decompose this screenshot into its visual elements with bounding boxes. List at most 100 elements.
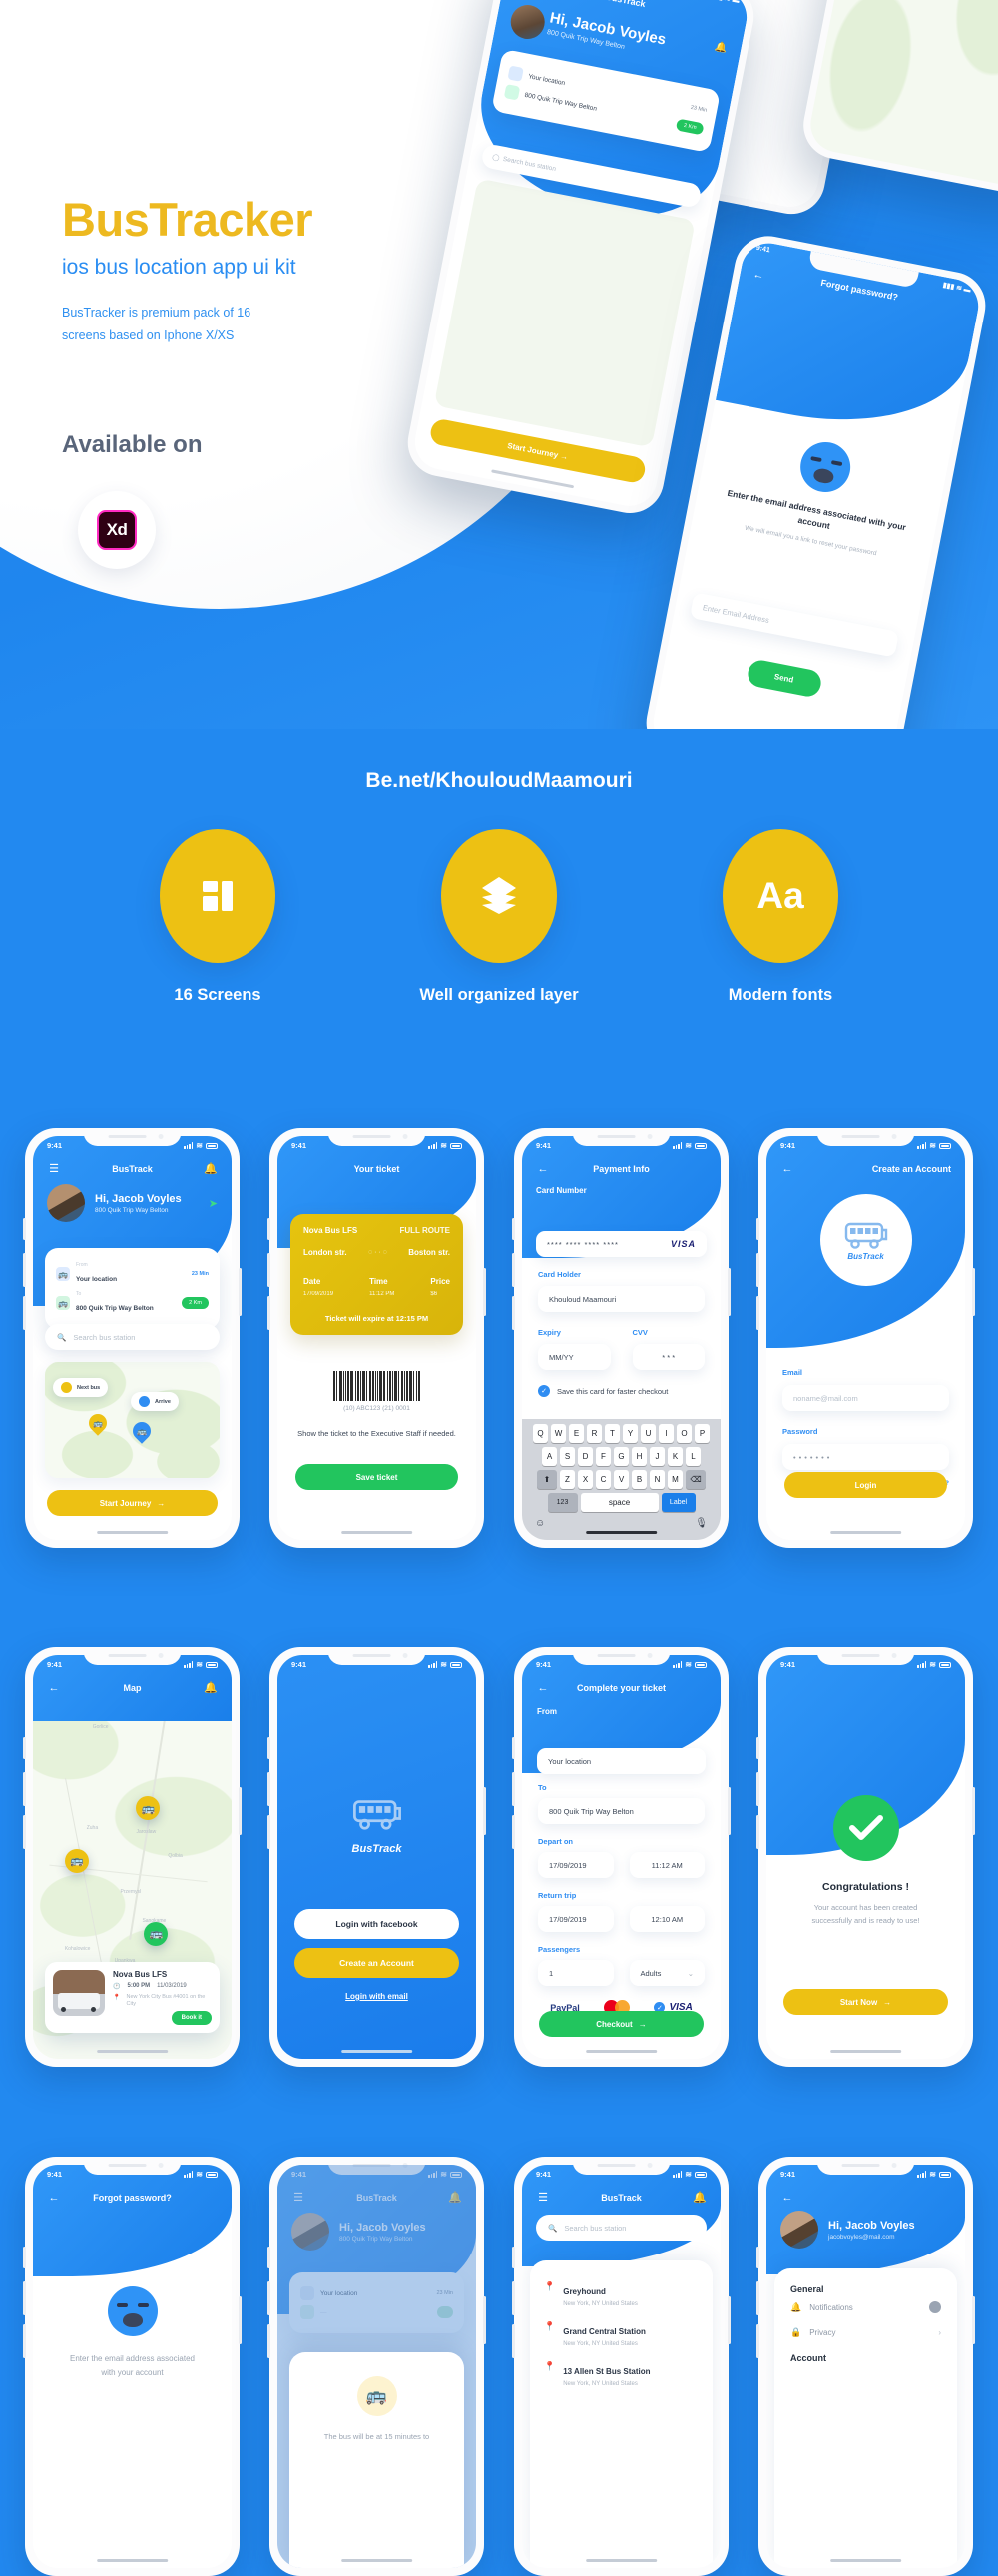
screens-row-1: 9:41 ≋ ☰ BusTrack 🔔 Hi, Jacob Voyles 800…	[0, 1128, 998, 1548]
back-icon[interactable]: ←	[536, 1681, 550, 1695]
map-preview[interactable]: Next bus Arrive 🚌 🚌	[45, 1362, 220, 1478]
key-q[interactable]: Q	[533, 1424, 548, 1443]
to-label: To	[538, 1783, 547, 1792]
numeric-key[interactable]: 123	[547, 1493, 578, 1512]
key-h[interactable]: H	[632, 1447, 647, 1466]
device-map: Gorlice Zuha Jaroslaw Qolbia Przemysl Sa…	[23, 1647, 242, 2067]
emoji-key[interactable]: ☺	[535, 1518, 545, 1529]
bell-icon[interactable]: 🔔	[204, 1162, 218, 1176]
key-j[interactable]: J	[650, 1447, 665, 1466]
key-m[interactable]: M	[668, 1470, 683, 1489]
key-u[interactable]: U	[641, 1424, 656, 1443]
create-account-button[interactable]: Create an Account	[294, 1948, 459, 1978]
menu-icon[interactable]: ☰	[47, 1162, 61, 1176]
status-time: 9:41	[47, 1660, 63, 1669]
expiry-field[interactable]: MM/YY	[538, 1344, 611, 1370]
card-number-value: **** **** **** ****	[547, 1239, 619, 1249]
bell-icon[interactable]: 🔔	[204, 1681, 218, 1695]
key-c[interactable]: C	[596, 1470, 611, 1489]
menu-icon[interactable]: ☰	[536, 2191, 550, 2205]
save-ticket-button[interactable]: Save ticket	[295, 1464, 458, 1490]
back-icon[interactable]: ←	[780, 2191, 794, 2205]
key-v[interactable]: V	[614, 1470, 629, 1489]
return-date-field[interactable]: 17/09/2019	[538, 1906, 614, 1932]
key-o[interactable]: O	[677, 1424, 692, 1443]
cvv-field[interactable]: * * *	[632, 1344, 705, 1370]
search-input[interactable]: 🔍 Search bus station	[45, 1324, 220, 1350]
back-icon[interactable]: ←	[47, 1681, 61, 1695]
keyboard[interactable]: Q W E R T Y U I O P A S D F G H J K L ⬆ …	[522, 1419, 721, 1540]
key-l[interactable]: L	[686, 1447, 701, 1466]
key-f[interactable]: F	[596, 1447, 611, 1466]
login-button[interactable]: Login	[784, 1472, 947, 1498]
next-bus-icon	[61, 1382, 72, 1393]
settings-item-privacy[interactable]: 🔒 Privacy ›	[790, 2320, 941, 2345]
microphone-key[interactable]: 🎙	[695, 1518, 708, 1529]
action-key[interactable]: Label	[661, 1493, 696, 1512]
toggle-switch[interactable]	[929, 2301, 941, 2313]
key-k[interactable]: K	[668, 1447, 683, 1466]
trip-to-row: 🚌 To 800 Quik Trip Way Belton 2 Km	[56, 1291, 209, 1315]
key-e[interactable]: E	[569, 1424, 584, 1443]
onboarding-logo: BusTrack	[277, 1797, 476, 1855]
passengers-type-select[interactable]: Adults ⌄	[629, 1960, 705, 1986]
card-number-field[interactable]: **** **** **** **** VISA	[536, 1231, 707, 1257]
bus-detail-card[interactable]: Nova Bus LFS 🕐 5:00 PM 11/03/2019 📍 New …	[45, 1961, 220, 2033]
start-journey-button[interactable]: Start Journey →	[47, 1490, 218, 1516]
passengers-count-field[interactable]: 1	[538, 1960, 614, 1986]
search-input[interactable]: 🔍 Search bus station	[536, 2215, 707, 2241]
map-marker-bus-3[interactable]: 🚌	[144, 1921, 169, 1946]
key-t[interactable]: T	[605, 1424, 620, 1443]
email-field[interactable]: noname@mail.com	[782, 1385, 949, 1411]
key-d[interactable]: D	[578, 1447, 593, 1466]
chevron-down-icon: ⌄	[687, 1968, 694, 1978]
list-item[interactable]: 📍 Grand Central Station New York, NY Uni…	[544, 2314, 699, 2354]
map-marker-bus-2[interactable]: 🚌	[64, 1848, 89, 1873]
checkout-button[interactable]: Checkout →	[539, 2011, 704, 2037]
send-icon: ➤	[208, 1197, 218, 1210]
ticket-instruction: Show the ticket to the Executive Staff i…	[297, 1429, 456, 1438]
feature-label-fonts: Modern fonts	[728, 986, 833, 1004]
to-field[interactable]: 800 Quik Trip Way Belton	[538, 1798, 705, 1824]
key-p[interactable]: P	[695, 1424, 710, 1443]
from-field[interactable]: Your location	[537, 1748, 706, 1774]
return-time-field[interactable]: 12:10 AM	[629, 1906, 705, 1932]
back-icon[interactable]: ←	[536, 1162, 550, 1176]
key-z[interactable]: Z	[560, 1470, 575, 1489]
list-item[interactable]: 📍 Greyhound New York, NY United States	[544, 2274, 699, 2314]
key-r[interactable]: R	[587, 1424, 602, 1443]
book-it-button[interactable]: Book it	[171, 2011, 212, 2025]
card-holder-field[interactable]: Khouloud Maamouri	[538, 1286, 705, 1312]
typography-glyph: Aa	[756, 875, 804, 916]
save-card-checkbox[interactable]: ✓	[538, 1385, 550, 1397]
search-icon: 🔍	[548, 2223, 558, 2233]
shift-key[interactable]: ⬆	[537, 1470, 557, 1489]
to-value: 800 Quik Trip Way Belton	[549, 1806, 634, 1816]
bus-date: 11/03/2019	[157, 1983, 187, 1990]
status-icons: ≋	[183, 1660, 218, 1669]
space-key[interactable]: space	[580, 1493, 659, 1512]
key-n[interactable]: N	[650, 1470, 665, 1489]
password-field[interactable]: •••••••	[782, 1444, 949, 1470]
key-x[interactable]: X	[578, 1470, 593, 1489]
depart-time-field[interactable]: 11:12 AM	[629, 1852, 705, 1878]
key-y[interactable]: Y	[623, 1424, 638, 1443]
depart-date-field[interactable]: 17/09/2019	[538, 1852, 614, 1878]
key-g[interactable]: G	[614, 1447, 629, 1466]
backspace-key[interactable]: ⌫	[686, 1470, 706, 1489]
key-i[interactable]: I	[659, 1424, 674, 1443]
key-s[interactable]: S	[560, 1447, 575, 1466]
key-a[interactable]: A	[542, 1447, 557, 1466]
facebook-login-button[interactable]: Login with facebook	[294, 1909, 459, 1939]
list-item[interactable]: 📍 13 Allen St Bus Station New York, NY U…	[544, 2354, 699, 2394]
bell-icon[interactable]: 🔔	[693, 2191, 707, 2205]
credit-link[interactable]: Be.net/KhouloudMaamouri	[0, 769, 998, 793]
key-b[interactable]: B	[632, 1470, 647, 1489]
login-with-email-link[interactable]: Login with email	[294, 1992, 459, 2001]
bus-icon	[352, 1800, 401, 1830]
settings-item-notifications[interactable]: 🔔 Notifications	[790, 2294, 941, 2320]
back-icon[interactable]: ←	[47, 2191, 61, 2205]
back-icon[interactable]: ←	[780, 1162, 794, 1176]
key-w[interactable]: W	[551, 1424, 566, 1443]
start-now-button[interactable]: Start Now →	[783, 1989, 948, 2015]
